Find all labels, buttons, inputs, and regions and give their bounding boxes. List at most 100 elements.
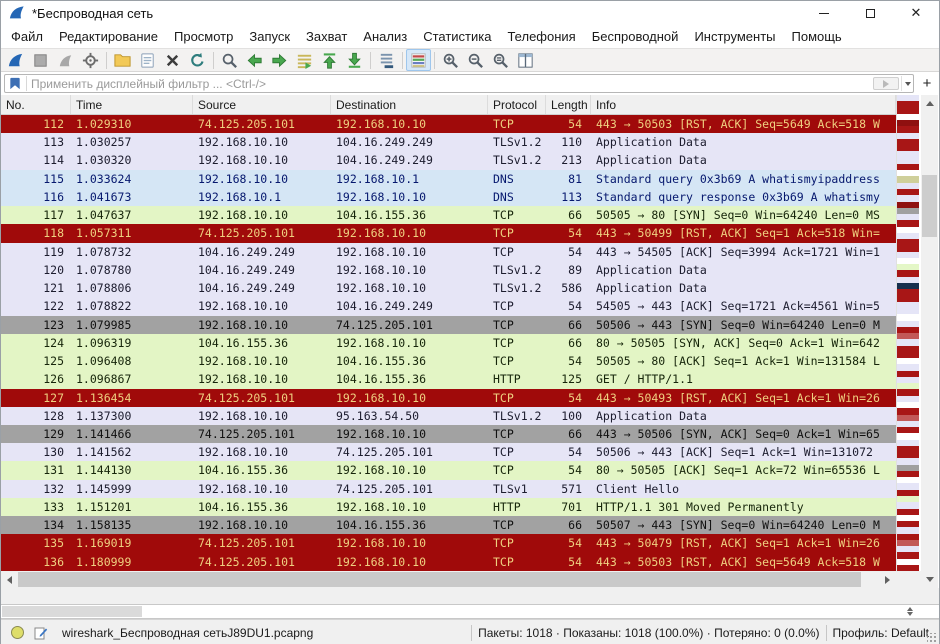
menu-item-10[interactable]: Помощь (784, 27, 850, 46)
menu-item-8[interactable]: Беспроводной (584, 27, 687, 46)
menu-item-6[interactable]: Статистика (415, 27, 499, 46)
colorize-packets-button[interactable] (406, 49, 431, 71)
maximize-button[interactable] (847, 1, 893, 25)
status-bar: wireshark_Беспроводная сетьJ89DU1.pcapng… (1, 619, 939, 644)
column-header-protocol[interactable]: Protocol (488, 95, 546, 114)
pane-spinner[interactable] (903, 605, 917, 618)
reload-file-icon (188, 51, 207, 70)
window-title: *Беспроводная сеть (32, 6, 153, 21)
minimize-button[interactable] (801, 1, 847, 25)
reload-file-button[interactable] (185, 49, 210, 71)
capture-options-button[interactable] (78, 49, 103, 71)
packet-list-header: No.TimeSourceDestinationProtocolLengthIn… (1, 95, 896, 115)
resize-grip[interactable] (927, 633, 937, 643)
vertical-scroll-thumb[interactable] (922, 175, 937, 237)
zoom-in-button[interactable] (438, 49, 463, 71)
zoom-out-button[interactable] (463, 49, 488, 71)
packet-row[interactable]: 125 1.096408 192.168.10.10 104.16.155.36… (1, 352, 896, 370)
find-packet-button[interactable] (217, 49, 242, 71)
menu-item-5[interactable]: Анализ (355, 27, 415, 46)
packet-row[interactable]: 119 1.078732 104.16.249.249 192.168.10.1… (1, 243, 896, 261)
find-packet-icon (220, 51, 239, 70)
save-file-button[interactable] (135, 49, 160, 71)
apply-arrow-icon (883, 80, 889, 88)
packet-row[interactable]: 135 1.169019 74.125.205.101 192.168.10.1… (1, 534, 896, 552)
zoom-normal-button[interactable] (488, 49, 513, 71)
restart-capture-button[interactable] (53, 49, 78, 71)
column-header-destination[interactable]: Destination (331, 95, 488, 114)
menu-item-3[interactable]: Запуск (241, 27, 298, 46)
close-file-button[interactable] (160, 49, 185, 71)
filter-history-dropdown[interactable] (901, 76, 913, 91)
filter-bookmark-icon[interactable] (7, 76, 23, 91)
close-button[interactable]: ✕ (893, 1, 939, 25)
menu-item-1[interactable]: Редактирование (51, 27, 166, 46)
vertical-scrollbar[interactable] (921, 95, 938, 588)
menu-item-4[interactable]: Захват (298, 27, 355, 46)
go-last-packet-button[interactable] (342, 49, 367, 71)
scroll-down-button[interactable] (921, 571, 938, 588)
stop-capture-button[interactable] (28, 49, 53, 71)
pane-splitter-handle[interactable] (2, 606, 142, 617)
auto-scroll-icon (377, 51, 396, 70)
packet-row[interactable]: 124 1.096319 104.16.155.36 192.168.10.10… (1, 334, 896, 352)
packet-row[interactable]: 129 1.141466 74.125.205.101 192.168.10.1… (1, 425, 896, 443)
horizontal-scrollbar[interactable] (1, 571, 921, 588)
packet-row[interactable]: 128 1.137300 192.168.10.10 95.163.54.50 … (1, 407, 896, 425)
resize-columns-button[interactable] (513, 49, 538, 71)
column-header-source[interactable]: Source (193, 95, 331, 114)
packet-row[interactable]: 132 1.145999 192.168.10.10 74.125.205.10… (1, 480, 896, 498)
menu-item-0[interactable]: Файл (3, 27, 51, 46)
add-filter-button[interactable]: + (918, 75, 936, 93)
menu-item-7[interactable]: Телефония (499, 27, 583, 46)
packet-row[interactable]: 121 1.078806 104.16.249.249 192.168.10.1… (1, 279, 896, 297)
scroll-right-button[interactable] (879, 571, 896, 588)
display-filter-input[interactable] (31, 76, 873, 92)
expert-info-icon[interactable] (11, 626, 24, 639)
auto-scroll-button[interactable] (374, 49, 399, 71)
display-filter-box (4, 74, 914, 93)
open-file-button[interactable] (110, 49, 135, 71)
apply-filter-button[interactable] (873, 77, 899, 90)
capture-filename[interactable]: wireshark_Беспроводная сетьJ89DU1.pcapng (62, 626, 313, 640)
go-first-packet-button[interactable] (317, 49, 342, 71)
packet-row[interactable]: 131 1.144130 104.16.155.36 192.168.10.10… (1, 461, 896, 479)
packet-counts: Пакеты: 1018 · Показаны: 1018 (100.0%) ·… (478, 626, 819, 640)
go-forward-button[interactable] (267, 49, 292, 71)
packet-minimap-scrollbar[interactable] (896, 95, 919, 571)
scroll-left-button[interactable] (1, 571, 18, 588)
packet-row[interactable]: 114 1.030320 192.168.10.10 104.16.249.24… (1, 151, 896, 169)
packet-row[interactable]: 122 1.078822 192.168.10.10 104.16.249.24… (1, 297, 896, 315)
packet-row[interactable]: 127 1.136454 74.125.205.101 192.168.10.1… (1, 389, 896, 407)
title-bar: *Беспроводная сеть ✕ (1, 1, 939, 25)
menu-item-9[interactable]: Инструменты (686, 27, 783, 46)
column-header-no[interactable]: No. (1, 95, 71, 114)
horizontal-scroll-thumb[interactable] (18, 572, 861, 587)
column-header-length[interactable]: Length (546, 95, 591, 114)
packet-row[interactable]: 130 1.141562 192.168.10.10 74.125.205.10… (1, 443, 896, 461)
packet-row[interactable]: 126 1.096867 192.168.10.10 104.16.155.36… (1, 370, 896, 388)
column-header-info[interactable]: Info (591, 95, 896, 114)
go-to-packet-button[interactable] (292, 49, 317, 71)
packet-row[interactable]: 134 1.158135 192.168.10.10 104.16.155.36… (1, 516, 896, 534)
profile-label[interactable]: Профиль: Default (833, 626, 930, 640)
start-capture-button[interactable] (3, 49, 28, 71)
packet-row[interactable]: 116 1.041673 192.168.10.1 192.168.10.10 … (1, 188, 896, 206)
packet-row[interactable]: 117 1.047637 192.168.10.10 104.16.155.36… (1, 206, 896, 224)
menu-item-2[interactable]: Просмотр (166, 27, 241, 46)
go-back-button[interactable] (242, 49, 267, 71)
capture-comment-icon[interactable] (34, 626, 48, 640)
packet-row[interactable]: 112 1.029310 74.125.205.101 192.168.10.1… (1, 115, 896, 133)
column-header-time[interactable]: Time (71, 95, 193, 114)
packet-row[interactable]: 123 1.079985 192.168.10.10 74.125.205.10… (1, 316, 896, 334)
packet-row[interactable]: 115 1.033624 192.168.10.10 192.168.10.1 … (1, 170, 896, 188)
collapsed-pane-strip (1, 604, 939, 619)
packet-row[interactable]: 133 1.151201 104.16.155.36 192.168.10.10… (1, 498, 896, 516)
packet-row[interactable]: 113 1.030257 192.168.10.10 104.16.249.24… (1, 133, 896, 151)
resize-columns-icon (516, 51, 535, 70)
packet-row[interactable]: 120 1.078780 104.16.249.249 192.168.10.1… (1, 261, 896, 279)
packet-row[interactable]: 136 1.180999 74.125.205.101 192.168.10.1… (1, 553, 896, 571)
scroll-up-button[interactable] (921, 95, 938, 112)
packet-row[interactable]: 118 1.057311 74.125.205.101 192.168.10.1… (1, 224, 896, 242)
close-file-icon (163, 51, 182, 70)
